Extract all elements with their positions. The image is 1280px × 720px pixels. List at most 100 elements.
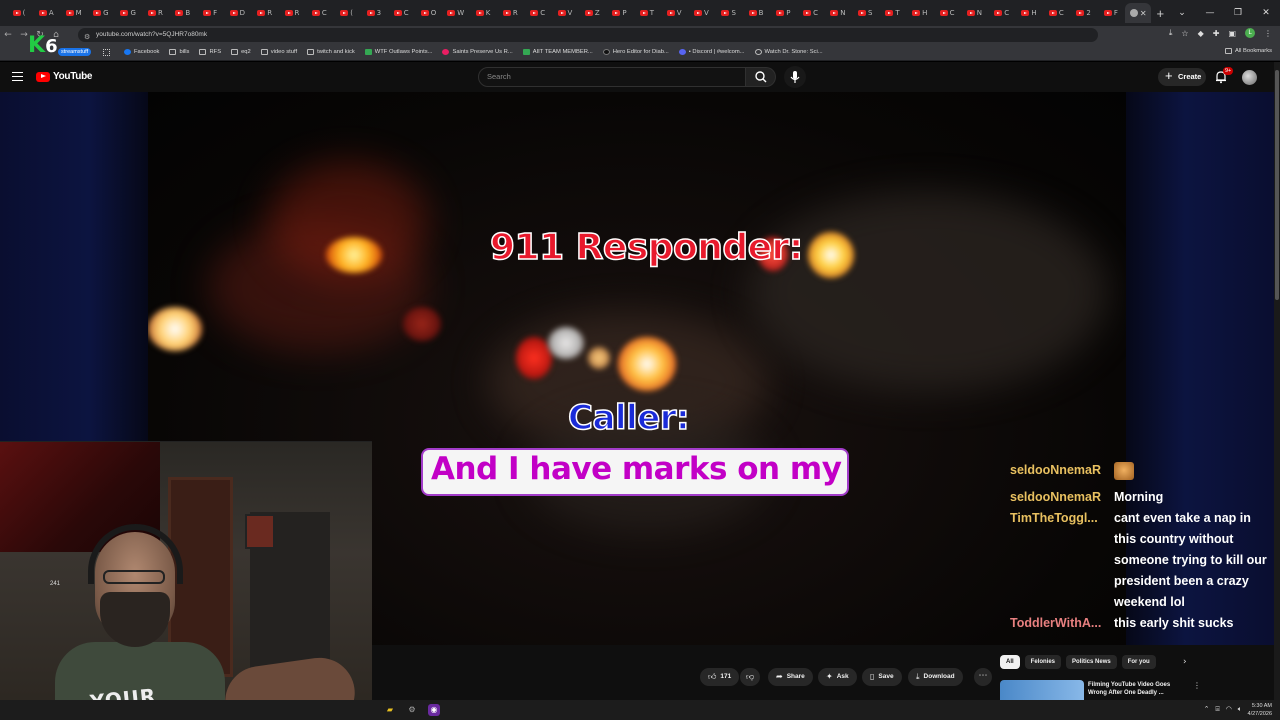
close-tab-icon[interactable]: ✕ (1140, 9, 1147, 18)
filter-chip[interactable]: For you (1121, 655, 1156, 669)
bookmark-item[interactable]: RFS (199, 49, 221, 55)
browser-tab[interactable]: V (552, 3, 578, 23)
browser-tab[interactable]: B (170, 3, 196, 23)
browser-tab[interactable]: F (1098, 3, 1124, 23)
browser-tab[interactable]: B (743, 3, 769, 23)
filter-chip[interactable]: Politics News (1066, 655, 1117, 669)
search-button[interactable] (746, 67, 776, 87)
address-bar[interactable]: ⚙ youtube.com/watch?v=5QJHR7o80mk (78, 28, 1098, 42)
filter-chip[interactable]: Felonies (1024, 655, 1062, 669)
bookmark-item[interactable]: bills (169, 49, 189, 55)
bookmark-item[interactable]: eq2 (231, 49, 251, 55)
browser-tab[interactable]: S (852, 3, 878, 23)
browser-tab[interactable]: 2 (1071, 3, 1097, 23)
browser-tab[interactable]: G (88, 3, 114, 23)
browser-tab[interactable]: C (934, 3, 960, 23)
browser-tab[interactable]: S (716, 3, 742, 23)
browser-tab[interactable]: A (33, 3, 59, 23)
tab-search-icon[interactable]: ⌄ (1168, 8, 1196, 18)
install-icon[interactable]: ⤓ (1169, 28, 1173, 38)
browser-tab[interactable]: D (224, 3, 250, 23)
dislike-button[interactable]: 👎︎ (740, 668, 761, 686)
browser-tab[interactable]: G (115, 3, 141, 23)
share-button[interactable]: ➦ Share (768, 668, 813, 686)
browser-tab[interactable]: V (688, 3, 714, 23)
recommended-video-title[interactable]: Filming YouTube Video Goes Wrong After O… (1088, 681, 1188, 697)
active-browser-tab[interactable]: ✕ (1125, 3, 1152, 23)
browser-tab[interactable]: K (470, 3, 496, 23)
account-avatar[interactable] (1242, 70, 1257, 85)
browser-tab[interactable]: R (279, 3, 305, 23)
browser-tab[interactable]: Z (579, 3, 605, 23)
browser-tab[interactable]: C (798, 3, 824, 23)
extension-icon[interactable]: ◆ (1198, 29, 1204, 38)
recommended-video-thumbnail[interactable] (1000, 680, 1084, 700)
chevron-right-icon[interactable]: › (1183, 657, 1187, 667)
tray-app-icon[interactable]: ⌸ (1215, 705, 1219, 714)
back-button[interactable]: ← (0, 30, 16, 40)
like-button[interactable]: 👍︎ 171 (700, 668, 740, 686)
download-button[interactable]: ⤓ Download (908, 668, 963, 686)
bookmark-item[interactable]: AIIT TEAM MEMBER... (522, 49, 593, 55)
all-bookmarks[interactable]: All Bookmarks (1224, 48, 1272, 54)
filter-chip[interactable]: All (1000, 655, 1020, 669)
search-input[interactable]: Search (478, 67, 746, 87)
browser-tab[interactable]: V (661, 3, 687, 23)
browser-tab[interactable]: ( (6, 3, 32, 23)
bookmark-item[interactable]: Facebook (124, 49, 159, 55)
browser-tab[interactable]: W (443, 3, 469, 23)
browser-tab[interactable]: P (607, 3, 633, 23)
bookmark-item[interactable]: twitch and kick (307, 49, 355, 55)
browser-tab[interactable]: C (525, 3, 551, 23)
browser-tab[interactable]: H (1016, 3, 1042, 23)
browser-tab[interactable]: C (388, 3, 414, 23)
browser-tab[interactable]: O (415, 3, 441, 23)
close-window-button[interactable]: ✕ (1252, 8, 1280, 18)
taskbar-clock[interactable]: 5:30 AM 4/27/2026 (1248, 702, 1272, 718)
recommended-video-menu-icon[interactable]: ⋮ (1193, 681, 1201, 690)
settings-gear-icon[interactable]: ⚙ (406, 704, 418, 716)
browser-tab[interactable]: N (961, 3, 987, 23)
apps-grid-icon[interactable] (103, 49, 110, 56)
browser-menu-icon[interactable]: ⋮ (1264, 29, 1272, 38)
save-button[interactable]: ▯ Save (862, 668, 902, 686)
new-tab-button[interactable]: + (1156, 6, 1164, 21)
maximize-button[interactable]: ❐ (1224, 8, 1252, 18)
minimize-button[interactable]: — (1196, 8, 1224, 18)
bookmark-item[interactable]: WTF Outlaws Points... (364, 49, 432, 55)
bookmark-item[interactable]: Hero Editor for Diab... (602, 49, 669, 55)
more-actions-icon[interactable]: ⋯ (974, 668, 992, 686)
browser-tab[interactable]: P (770, 3, 796, 23)
youtube-logo[interactable]: YouTube (36, 71, 93, 82)
extensions-puzzle-icon[interactable]: ✚ (1213, 29, 1220, 38)
wifi-icon[interactable]: ◠ (1226, 705, 1232, 714)
sidebar-icon[interactable]: ▣ (1228, 29, 1236, 38)
browser-tab[interactable]: R (497, 3, 523, 23)
scrollbar-thumb[interactable] (1275, 70, 1279, 300)
browser-tab[interactable]: T (634, 3, 660, 23)
browser-tab[interactable]: C (989, 3, 1015, 23)
ask-button[interactable]: ✦ Ask (818, 668, 857, 686)
browser-tab[interactable]: R (142, 3, 168, 23)
stream-app-icon[interactable]: ◉ (428, 704, 440, 716)
browser-tab[interactable]: F (197, 3, 223, 23)
browser-tab[interactable]: C (306, 3, 332, 23)
voice-search-button[interactable] (784, 66, 806, 88)
bookmark-item[interactable]: Saints Preserve Us R... (442, 49, 513, 55)
browser-tab[interactable]: T (880, 3, 906, 23)
browser-tab[interactable]: R (252, 3, 278, 23)
bookmark-item[interactable]: Watch Dr. Stone: Sci... (754, 49, 823, 55)
browser-tab[interactable]: ( (334, 3, 360, 23)
bookmark-item[interactable]: • Discord | #welcom... (678, 49, 745, 55)
browser-tab[interactable]: M (61, 3, 87, 23)
browser-tab[interactable]: N (825, 3, 851, 23)
file-explorer-icon[interactable]: ▰ (384, 704, 396, 716)
site-info-icon[interactable]: ⚙ (84, 30, 90, 44)
menu-icon[interactable] (12, 72, 23, 81)
bookmark-star-icon[interactable]: ☆ (1181, 29, 1188, 38)
create-button[interactable]: Create (1158, 67, 1206, 86)
browser-tab[interactable]: H (907, 3, 933, 23)
browser-tab[interactable]: 3 (361, 3, 387, 23)
tray-chevron-icon[interactable]: ⌃ (1204, 705, 1210, 714)
bookmark-item[interactable]: video stuff (260, 49, 297, 55)
